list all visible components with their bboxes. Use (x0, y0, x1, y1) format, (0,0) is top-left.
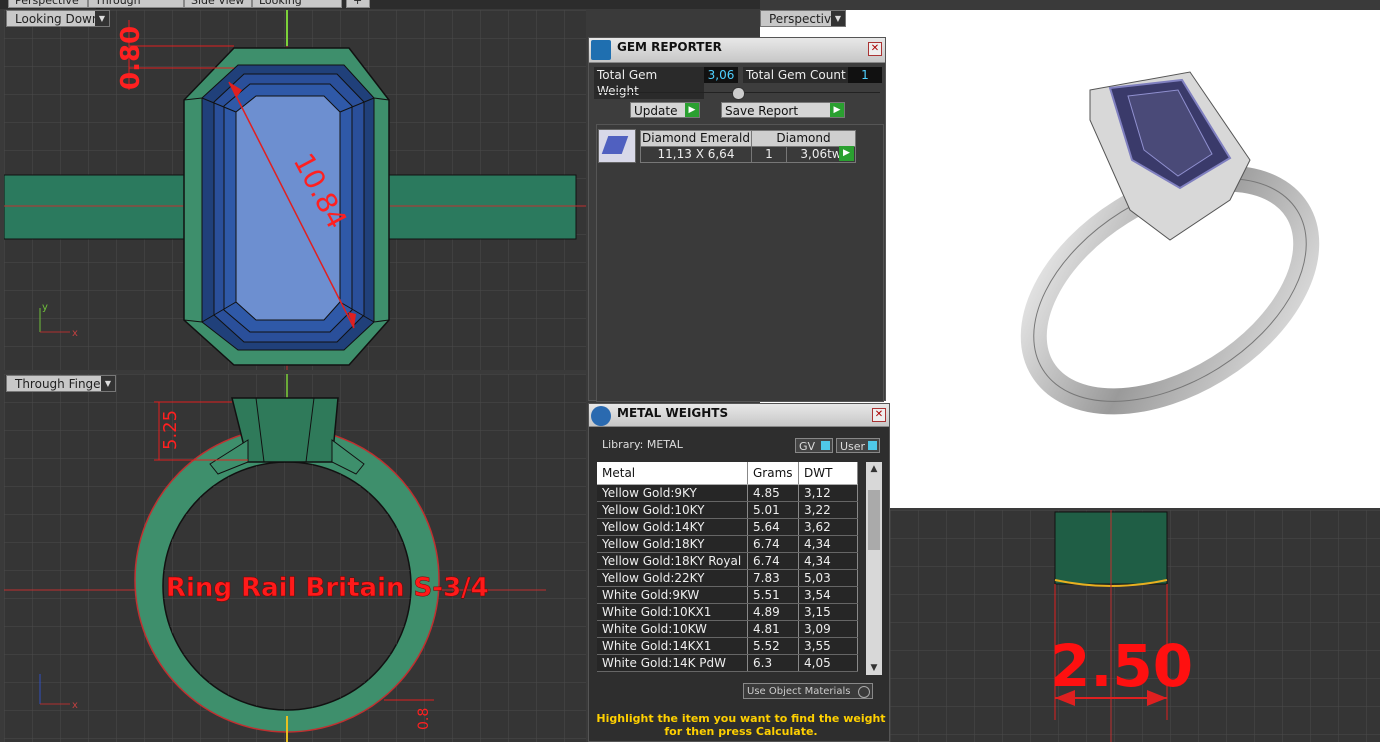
gem-list (596, 124, 884, 402)
tab-add-button[interactable]: + (346, 0, 370, 8)
table-row[interactable]: White Gold:10KX1 4.89 3,15 (597, 603, 858, 621)
play-icon: ▶ (685, 103, 699, 117)
metal-table-scrollbar[interactable]: ▲ ▼ (866, 462, 882, 675)
dimension-height: 5.25 (160, 410, 181, 450)
table-row[interactable]: Yellow Gold:22KY 7.83 5,03 (597, 569, 858, 587)
svg-text:y: y (42, 302, 48, 313)
gem-thumbnail-icon (598, 129, 636, 163)
chevron-up-icon[interactable]: ▲ (866, 462, 882, 476)
svg-text:x: x (72, 328, 78, 339)
tab-perspective[interactable]: Perspective (8, 0, 88, 8)
metal-weights-icon (591, 406, 611, 426)
radio-icon (858, 686, 870, 698)
table-row[interactable]: Yellow Gold:18KY Royal 6.74 4,34 (597, 552, 858, 570)
viewport-looking-down[interactable]: 10.84 0.80 y x Looking Down ▼ (4, 10, 586, 370)
table-row[interactable]: Yellow Gold:18KY 6.74 4,34 (597, 535, 858, 553)
total-gem-weight-label: Total Gem Weight (594, 67, 704, 99)
tab-looking-down[interactable]: Looking Down (252, 0, 342, 9)
looking-down-canvas: 10.84 0.80 y x (4, 10, 586, 370)
through-finger-canvas: 5.25 Ring Rail Britain S-3/4 0.8 x (4, 374, 586, 742)
user-toggle[interactable]: User (836, 438, 880, 453)
metal-weights-hint: Highlight the item you want to find the … (596, 712, 886, 738)
use-object-materials-toggle[interactable]: Use Object Materials (743, 683, 873, 699)
table-row[interactable]: Yellow Gold:10KY 5.01 3,22 (597, 501, 858, 519)
table-row[interactable]: White Gold:14KX1 5.52 3,55 (597, 637, 858, 655)
table-row[interactable]: Yellow Gold:14KY 5.64 3,62 (597, 518, 858, 536)
toggle-indicator-icon (868, 441, 877, 450)
viewport-side-view[interactable]: 2.50 (890, 510, 1380, 742)
close-icon[interactable]: ✕ (872, 408, 886, 422)
column-header-grams[interactable]: Grams (747, 462, 799, 485)
tab-through-finger[interactable]: Through Finger (88, 0, 184, 9)
column-header-metal[interactable]: Metal (597, 462, 748, 485)
dimension-top: 0.80 (116, 26, 146, 90)
side-view-canvas: 2.50 (890, 510, 1380, 742)
viewport-label-through-finger[interactable]: Through Finger ▼ (6, 375, 116, 392)
gem-table: Diamond Emerald Diamond 11,13 X 6,64 1 3… (640, 130, 856, 163)
chevron-down-icon[interactable]: ▼ (866, 661, 882, 675)
gem-reporter-titlebar[interactable]: GEM REPORTER ✕ (589, 38, 885, 63)
table-row[interactable]: White Gold:14K PdW 6.3 4,05 (597, 654, 858, 672)
metal-table: Metal Grams DWT Yellow Gold:9KY 4.85 3,12 … (597, 462, 858, 672)
toggle-indicator-icon (821, 441, 830, 450)
column-header-dwt[interactable]: DWT (798, 462, 858, 485)
splitter-handle[interactable] (732, 87, 745, 100)
total-gem-count-label: Total Gem Count (743, 67, 849, 83)
total-gem-weight-value: 3,06 (704, 67, 738, 83)
table-row[interactable]: Yellow Gold:9KY 4.85 3,12 (597, 484, 858, 502)
chevron-down-icon[interactable]: ▼ (101, 376, 115, 391)
play-icon: ▶ (830, 103, 844, 117)
svg-text:x: x (72, 700, 78, 711)
table-row[interactable]: White Gold:9KW 5.51 3,54 (597, 586, 858, 604)
ring-size-text: Ring Rail Britain S-3/4 (166, 573, 489, 603)
chevron-down-icon[interactable]: ▼ (831, 11, 845, 26)
tab-side-view[interactable]: Side View (184, 0, 252, 8)
total-gem-count-value: 1 (848, 67, 882, 83)
table-row[interactable]: White Gold:10KW 4.81 3,09 (597, 620, 858, 638)
viewport-through-finger[interactable]: 5.25 Ring Rail Britain S-3/4 0.8 x Throu… (4, 374, 586, 742)
dimension-width: 2.50 (1050, 632, 1193, 700)
gem-reporter-icon (591, 40, 611, 60)
library-label: Library: METAL (602, 438, 683, 451)
save-report-button[interactable]: Save Report ▶ (721, 102, 845, 118)
update-button[interactable]: Update ▶ (630, 102, 700, 118)
dimension-bottom: 0.8 (416, 708, 432, 730)
chevron-down-icon[interactable]: ▼ (95, 11, 109, 26)
table-row[interactable]: 11,13 X 6,64 1 3,06tw (640, 146, 856, 163)
scrollbar-thumb[interactable] (868, 490, 880, 550)
gv-toggle[interactable]: GV (795, 438, 833, 453)
viewport-label-perspective[interactable]: Perspective ▼ (760, 10, 846, 27)
metal-weights-titlebar[interactable]: METAL WEIGHTS ✕ (589, 404, 889, 427)
close-icon[interactable]: ✕ (868, 42, 882, 56)
viewport-tab-strip: Perspective Through Finger Side View Loo… (0, 0, 760, 9)
gem-row-go-icon[interactable]: ▶ (839, 146, 854, 161)
viewport-label-looking-down[interactable]: Looking Down ▼ (6, 10, 110, 27)
